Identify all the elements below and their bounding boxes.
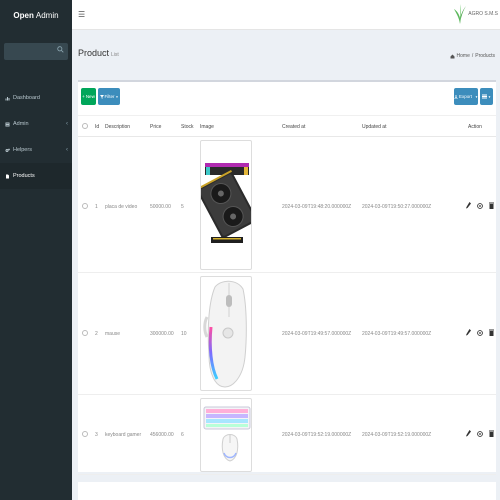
caret-down-icon: ▼ (115, 94, 119, 99)
column-header-image: Image (200, 124, 214, 130)
cell-updated-at: 2024-03-09T19:50:27.000000Z (362, 204, 432, 210)
chevron-left-icon: ‹ (66, 121, 68, 127)
breadcrumb-current: Products (475, 53, 495, 59)
cell-id: 2 (95, 331, 98, 337)
column-header-updated-at[interactable]: Updated at (362, 124, 386, 130)
products-box: + New Filter ▼ Export ▼ ▼ Id Description … (78, 80, 496, 475)
breadcrumb: Home / Products (450, 53, 495, 59)
trash-icon[interactable] (489, 329, 494, 336)
column-header-id[interactable]: Id (95, 124, 99, 130)
sidebar-item-label: Admin (13, 121, 29, 127)
new-button-label: New (85, 94, 95, 99)
columns-icon (482, 94, 487, 99)
download-icon (454, 94, 458, 99)
cell-price: 456000.00 (150, 432, 174, 438)
cell-updated-at: 2024-03-09T19:49:57.000000Z (362, 331, 432, 337)
menu-toggle-icon[interactable]: ☰ (78, 10, 85, 19)
columns-button[interactable]: ▼ (480, 88, 493, 105)
cell-stock: 6 (181, 432, 184, 438)
sidebar-item-label: Products (13, 173, 35, 179)
cell-updated-at: 2024-03-09T19:52:19.000000Z (362, 432, 432, 438)
sidebar-item-label: Helpers (13, 147, 32, 153)
cell-created-at: 2024-03-09T19:52:19.000000Z (282, 432, 352, 438)
column-header-price[interactable]: Price (150, 124, 161, 130)
table-header: Id Description Price Stock Image Created… (78, 115, 496, 137)
product-image-graphics-card[interactable] (200, 140, 252, 270)
sidebar-item-label: Dashboard (13, 95, 40, 101)
box-footer (78, 482, 496, 500)
brand-name: AGRO S.M.S (468, 11, 498, 17)
edit-icon[interactable] (466, 329, 471, 336)
logo-rest: Admin (35, 10, 59, 20)
view-icon[interactable] (477, 430, 483, 437)
sidebar-item-admin[interactable]: Admin ‹ (0, 111, 72, 137)
row-checkbox[interactable] (82, 203, 88, 209)
column-header-created-at[interactable]: Created at (282, 124, 305, 130)
row-actions (466, 202, 494, 209)
trash-icon[interactable] (489, 202, 494, 209)
top-header: ☰ AGRO S.M.S (72, 0, 500, 30)
column-header-action: Action (468, 124, 482, 130)
sidebar-item-helpers[interactable]: Helpers ‹ (0, 137, 72, 163)
table-row: 2 mause 300000.00 10 2024-03-09T19:49:57… (78, 273, 496, 395)
select-all-checkbox[interactable] (82, 123, 88, 129)
page-title: Product List (78, 48, 119, 58)
sidebar-search-input[interactable] (4, 43, 68, 60)
breadcrumb-home[interactable]: Home (457, 53, 470, 59)
new-button[interactable]: + New (81, 88, 96, 105)
edit-icon[interactable] (466, 430, 471, 437)
sidebar: Open Admin Dashboard Admin ‹ Helpers ‹ Pr… (0, 0, 72, 500)
breadcrumb-separator: / (471, 53, 474, 59)
cell-price: 50000.00 (150, 204, 171, 210)
logo-bold: Open (13, 10, 34, 20)
cell-stock: 10 (181, 331, 187, 337)
trash-icon[interactable] (489, 430, 494, 437)
row-checkbox[interactable] (82, 330, 88, 336)
caret-down-icon: ▼ (475, 94, 478, 99)
export-button[interactable]: Export ▼ (454, 88, 478, 105)
table-row: 3 keyboard gamer 456000.00 6 2024-03-09T… (78, 395, 496, 475)
sidebar-item-dashboard[interactable]: Dashboard (0, 85, 72, 111)
brand-logo[interactable]: AGRO S.M.S (453, 3, 498, 25)
file-icon (6, 174, 9, 178)
page-subtitle: List (111, 52, 119, 58)
row-actions (466, 430, 494, 437)
bar-chart-icon (5, 96, 10, 100)
row-checkbox[interactable] (82, 431, 88, 437)
cell-description: placa de video (105, 204, 138, 210)
filter-button[interactable]: Filter ▼ (98, 88, 120, 105)
chevron-left-icon: ‹ (66, 147, 68, 153)
cell-created-at: 2024-03-09T19:48:20.000000Z (282, 204, 352, 210)
edit-icon[interactable] (466, 202, 471, 209)
gears-icon (5, 148, 10, 152)
view-icon[interactable] (477, 329, 483, 336)
cell-stock: 5 (181, 204, 184, 210)
table-row: 1 placa de video 50000.00 5 2024-03-09T1… (78, 137, 496, 273)
tasks-icon (5, 122, 10, 126)
cell-id: 1 (95, 204, 98, 210)
sidebar-nav: Dashboard Admin ‹ Helpers ‹ Products (0, 85, 72, 189)
leaf-logo-icon (454, 4, 467, 24)
plus-icon: + (82, 94, 85, 99)
filter-button-label: Filter (104, 94, 115, 99)
app-logo[interactable]: Open Admin (0, 0, 72, 30)
cell-created-at: 2024-03-09T19:49:57.000000Z (282, 331, 352, 337)
export-button-label: Export (459, 94, 473, 99)
cell-description: mause (105, 331, 121, 337)
filter-icon (99, 94, 104, 99)
caret-down-icon: ▼ (488, 94, 491, 99)
home-icon (450, 54, 455, 58)
product-image-keyboard-mouse[interactable] (200, 398, 252, 472)
page-title-text: Product (78, 48, 110, 58)
sidebar-item-products[interactable]: Products (0, 163, 72, 189)
row-actions (466, 329, 494, 336)
search-icon[interactable] (57, 46, 64, 53)
product-image-gaming-mouse[interactable] (200, 276, 252, 391)
cell-description: keyboard gamer (105, 432, 142, 438)
column-header-description[interactable]: Description (105, 124, 130, 130)
view-icon[interactable] (477, 202, 483, 209)
cell-id: 3 (95, 432, 98, 438)
column-header-stock[interactable]: Stock (181, 124, 194, 130)
cell-price: 300000.00 (150, 331, 174, 337)
